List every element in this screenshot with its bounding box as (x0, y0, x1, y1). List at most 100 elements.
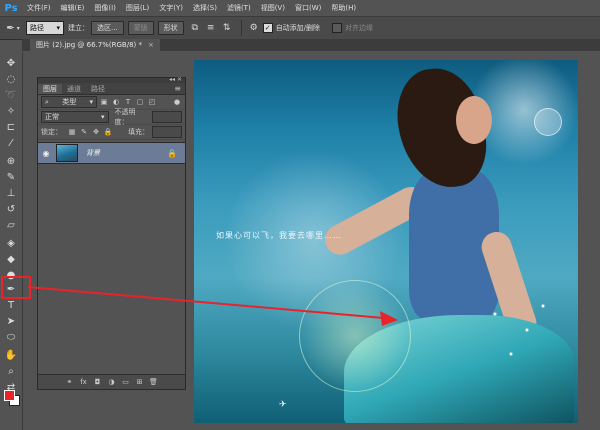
document-tab-bar: 图片 (2).jpg @ 66.7%(RGB/8) * × (22, 39, 600, 51)
light-bubble (299, 280, 411, 392)
layer-style-icon[interactable]: fx (77, 378, 91, 386)
auto-add-delete-label: 自动添加/删除 (275, 24, 321, 32)
add-mask-icon[interactable]: ◘ (91, 378, 105, 386)
adjustment-layer-icon[interactable]: ◑ (105, 378, 119, 386)
blur-tool-icon[interactable]: ◆ (3, 252, 19, 266)
new-layer-icon[interactable]: ⊞ (133, 378, 147, 386)
canvas-caption: 如果心可以飞，我要去哪里…… (216, 231, 342, 240)
layer-thumbnail (56, 144, 78, 162)
menu-type[interactable]: 文字(Y) (154, 3, 188, 13)
collapse-icon[interactable]: ◂◂ ✕ (169, 76, 182, 83)
tab-paths[interactable]: 路径 (86, 84, 110, 94)
menu-view[interactable]: 视图(V) (256, 3, 290, 13)
lasso-tool-icon[interactable]: ➰ (3, 88, 19, 102)
layer-row-background[interactable]: ◉ 背景 🔒 (38, 142, 185, 164)
marquee-tool-icon[interactable]: ◌ (3, 72, 19, 86)
menu-image[interactable]: 图像(I) (89, 3, 121, 13)
build-label: 建立： (68, 24, 89, 32)
new-group-icon[interactable]: ▭ (119, 378, 133, 386)
document-canvas[interactable]: 如果心可以飞，我要去哪里…… ✈ (194, 60, 578, 423)
document-tab-title: 图片 (2).jpg @ 66.7%(RGB/8) * (36, 41, 142, 49)
document-tab[interactable]: 图片 (2).jpg @ 66.7%(RGB/8) * × (30, 39, 160, 51)
crop-tool-icon[interactable]: ⊏ (3, 120, 19, 134)
type-tool-icon[interactable]: T (3, 298, 19, 312)
lock-all-icon[interactable]: 🔒 (103, 127, 113, 137)
magic-wand-tool-icon[interactable]: ✧ (3, 104, 19, 118)
ellipse-tool-icon[interactable]: ⬭ (3, 330, 19, 344)
history-brush-tool-icon[interactable]: ↺ (3, 202, 19, 216)
photoshop-logo[interactable]: Ps (0, 0, 22, 16)
trash-icon[interactable]: 🗑 (147, 378, 161, 386)
divider (240, 20, 242, 36)
kind-filter-value: 类型 (62, 98, 77, 106)
fill-field[interactable] (152, 126, 182, 138)
auto-add-delete-checkbox[interactable]: ✓ (262, 23, 273, 33)
path-selection-tool-icon[interactable]: ➤ (3, 314, 19, 328)
menu-help[interactable]: 帮助(H) (326, 3, 361, 13)
lock-transparency-icon[interactable]: ▦ (67, 127, 77, 137)
opacity-field[interactable] (152, 111, 182, 123)
menu-filter[interactable]: 滤镜(T) (222, 3, 256, 13)
search-icon: ⌕ (45, 97, 49, 106)
blend-row: 正常 ▾ 不透明度： (38, 108, 185, 126)
menu-edit[interactable]: 编辑(E) (56, 3, 90, 13)
panel-menu-icon[interactable]: ≡ (174, 84, 181, 93)
tool-preset-picker[interactable]: ✒ ▾ (0, 19, 26, 37)
bird-icon: ✈ (279, 400, 287, 410)
layer-filter-row: ⌕ 类型 ▾ ▣ ◐ T ▢ ◰ ● (38, 95, 185, 110)
hand-tool-icon[interactable]: ✋ (3, 348, 19, 362)
blend-mode-select[interactable]: 正常 ▾ (41, 111, 109, 123)
tool-mode-value: 路径 (30, 24, 44, 32)
eraser-tool-icon[interactable]: ▱ (3, 218, 19, 232)
chevron-down-icon: ▾ (56, 24, 60, 32)
close-icon[interactable]: × (148, 41, 154, 49)
panel-tabs: 图层 通道 路径 ≡ (38, 83, 185, 95)
foreground-color-swatch[interactable] (4, 390, 15, 401)
tab-channels[interactable]: 通道 (62, 84, 86, 94)
smart-object-filter-icon[interactable]: ◰ (147, 97, 157, 107)
zoom-tool-icon[interactable]: ⌕ (3, 364, 19, 378)
link-layers-icon[interactable]: ⚭ (63, 378, 77, 386)
tool-mode-select[interactable]: 路径 ▾ (26, 21, 64, 35)
lock-icon: 🔒 (167, 148, 177, 158)
pixel-filter-icon[interactable]: ▣ (99, 97, 109, 107)
menu-bar: Ps 文件(F) 编辑(E) 图像(I) 图层(L) 文字(Y) 选择(S) 滤… (0, 0, 600, 16)
paint-bucket-tool-icon[interactable]: ◈ (3, 236, 19, 250)
path-operations-icon[interactable]: ⧉ (188, 21, 202, 35)
layer-name: 背景 (86, 149, 100, 157)
menu-window[interactable]: 窗口(W) (290, 3, 326, 13)
lock-position-icon[interactable]: ✥ (91, 127, 101, 137)
eye-icon[interactable]: ◉ (38, 149, 54, 158)
light-orb (534, 108, 562, 136)
type-filter-icon[interactable]: T (123, 97, 133, 107)
fill-label: 填充： (128, 128, 149, 136)
menu-file[interactable]: 文件(F) (22, 3, 56, 13)
tools-panel: ✥ ◌ ➰ ✧ ⊏ ⁄ ⊕ ✎ ⊥ ↺ ▱ ◈ ◆ ● ✒ T ➤ ⬭ ✋ ⌕ … (0, 52, 23, 430)
eyedropper-tool-icon[interactable]: ⁄ (3, 136, 19, 150)
pen-tool-highlight-box (1, 276, 31, 299)
pen-icon: ✒ (6, 22, 15, 34)
make-mask-button[interactable]: 蒙版 (127, 21, 154, 35)
chevron-down-icon: ▾ (101, 113, 105, 121)
make-shape-button[interactable]: 形状 (157, 21, 184, 35)
lock-pixels-icon[interactable]: ✎ (79, 127, 89, 137)
chevron-down-icon: ▾ (89, 98, 93, 106)
move-tool-icon[interactable]: ✥ (3, 56, 19, 70)
path-alignment-icon[interactable]: ≡ (204, 21, 218, 35)
lock-label: 锁定： (41, 128, 62, 136)
align-edges-label: 对齐边缘 (345, 24, 374, 32)
brush-tool-icon[interactable]: ✎ (3, 170, 19, 184)
align-edges-checkbox[interactable] (332, 23, 343, 33)
tab-layers[interactable]: 图层 (38, 84, 62, 94)
clone-stamp-tool-icon[interactable]: ⊥ (3, 186, 19, 200)
filter-toggle-icon[interactable]: ● (172, 97, 182, 107)
adjustment-filter-icon[interactable]: ◐ (111, 97, 121, 107)
shape-filter-icon[interactable]: ▢ (135, 97, 145, 107)
healing-brush-tool-icon[interactable]: ⊕ (3, 154, 19, 168)
path-arrangement-icon[interactable]: ⇅ (220, 21, 234, 35)
menu-select[interactable]: 选择(S) (188, 3, 222, 13)
gear-icon[interactable]: ⚙ (247, 21, 261, 35)
kind-filter-select[interactable]: ⌕ 类型 ▾ (41, 96, 97, 108)
menu-layer[interactable]: 图层(L) (121, 3, 154, 13)
make-selection-button[interactable]: 选区... (91, 21, 124, 35)
